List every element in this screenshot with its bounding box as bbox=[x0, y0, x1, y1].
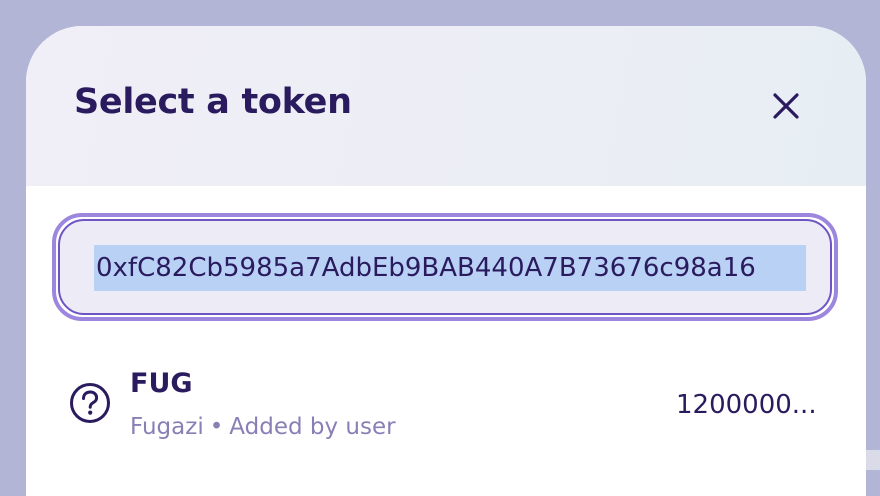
token-list-item[interactable]: FUG Fugazi • Added by user 1200000... bbox=[26, 346, 866, 456]
token-subtitle-separator: • bbox=[209, 414, 224, 440]
token-search-input[interactable]: 0xfC82Cb5985a7AdbEb9BAB440A7B73676c98a16 bbox=[94, 245, 806, 291]
token-symbol: FUG bbox=[130, 368, 193, 399]
modal-title: Select a token bbox=[74, 82, 352, 122]
modal-header: Select a token bbox=[26, 26, 866, 186]
select-token-modal: Select a token 0xfC82Cb5985a7AdbEb9BAB44… bbox=[26, 26, 866, 496]
token-added-note: Added by user bbox=[229, 414, 396, 440]
background-panel-edge bbox=[864, 450, 880, 470]
close-icon bbox=[773, 93, 799, 119]
unknown-token-question-icon bbox=[68, 381, 112, 425]
search-field-focus-ring: 0xfC82Cb5985a7AdbEb9BAB440A7B73676c98a16 bbox=[52, 213, 838, 321]
token-name: Fugazi bbox=[130, 414, 204, 440]
token-search-field[interactable]: 0xfC82Cb5985a7AdbEb9BAB440A7B73676c98a16 bbox=[58, 219, 832, 315]
token-balance: 1200000... bbox=[676, 390, 817, 420]
token-subtitle: Fugazi • Added by user bbox=[130, 414, 396, 440]
close-button[interactable] bbox=[762, 84, 810, 128]
